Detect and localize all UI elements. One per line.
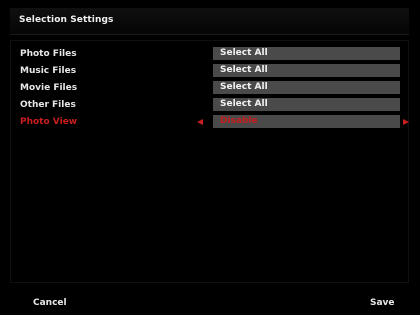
setting-row-photo-view[interactable]: Photo View Disable <box>11 115 410 130</box>
screen-title: Selection Settings <box>19 15 114 25</box>
setting-value: Select All <box>220 99 268 109</box>
right-arrow-icon[interactable] <box>403 119 409 125</box>
setting-value: Select All <box>220 65 268 75</box>
setting-row-music-files[interactable]: Music Files Select All <box>11 64 410 79</box>
title-bar: Selection Settings <box>10 8 409 35</box>
setting-label: Movie Files <box>20 83 78 93</box>
setting-label: Photo View <box>20 117 78 127</box>
setting-value: Disable <box>220 116 258 126</box>
cancel-button[interactable]: Cancel <box>33 298 67 308</box>
setting-label: Music Files <box>20 66 77 76</box>
setting-value-box[interactable]: Select All <box>213 47 400 60</box>
setting-row-movie-files[interactable]: Movie Files Select All <box>11 81 410 96</box>
setting-row-photo-files[interactable]: Photo Files Select All <box>11 47 410 62</box>
setting-value-box[interactable]: Select All <box>213 64 400 77</box>
settings-list: Photo Files Select All Music Files Selec… <box>10 40 409 283</box>
setting-value-box[interactable]: Disable <box>213 115 400 128</box>
setting-value: Select All <box>220 82 268 92</box>
setting-label: Other Files <box>20 100 76 110</box>
footer-bar: Cancel Save <box>0 290 420 315</box>
settings-screen: Selection Settings Photo Files Select Al… <box>0 0 420 315</box>
setting-value: Select All <box>220 48 268 58</box>
setting-value-box[interactable]: Select All <box>213 98 400 111</box>
setting-row-other-files[interactable]: Other Files Select All <box>11 98 410 113</box>
setting-label: Photo Files <box>20 49 77 59</box>
setting-value-box[interactable]: Select All <box>213 81 400 94</box>
left-arrow-icon[interactable] <box>197 119 203 125</box>
save-button[interactable]: Save <box>370 298 395 308</box>
